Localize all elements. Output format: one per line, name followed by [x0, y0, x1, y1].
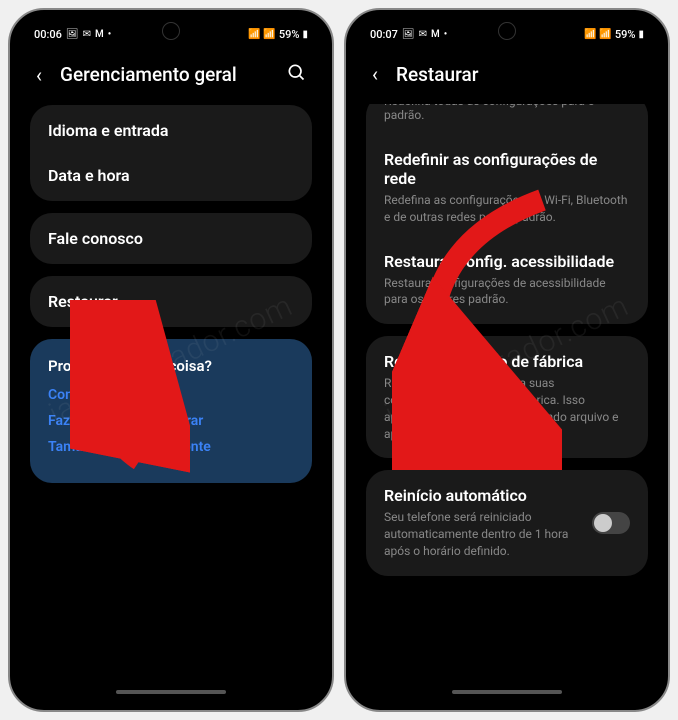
help-card: Procurando outra coisa? Contas Fazer bac… [30, 339, 312, 483]
dot-icon: • [108, 29, 112, 40]
help-link-font[interactable]: Tamanho e estilo da fonte [48, 439, 294, 455]
signal-icon: 📶 [599, 29, 611, 40]
signal-icon: 📶 [263, 29, 275, 40]
nav-handle[interactable] [452, 690, 562, 694]
help-link-accounts[interactable]: Contas [48, 387, 294, 403]
reset-network-desc: Redefina as configurações de Wi-Fi, Blue… [384, 192, 630, 226]
status-time: 00:07 [370, 28, 398, 41]
image-icon: 🖼 [402, 29, 415, 40]
nav-handle[interactable] [116, 690, 226, 694]
page-title: Restaurar [396, 63, 642, 86]
message-icon: ✉ [419, 29, 427, 40]
auto-restart-title: Reinício automático [384, 486, 582, 505]
screen-right: iacomputador.com 00:07 🖼 ✉ M • 📶 📶 59% ▮… [356, 20, 658, 700]
status-left: 00:06 🖼 ✉ M • [34, 28, 111, 41]
settings-group-1: Idioma e entrada Data e hora [30, 105, 312, 201]
message-icon: ✉ [83, 29, 91, 40]
wifi-icon: 📶 [584, 29, 596, 40]
phone-left: iacomputador.com 00:06 🖼 ✉ M • 📶 📶 59% ▮… [8, 8, 334, 712]
factory-reset-title: Restaurar padrão de fábrica [384, 352, 630, 371]
camera-notch [162, 22, 180, 40]
status-right: 📶 📶 59% ▮ [248, 28, 308, 41]
mail-icon: M [95, 29, 104, 40]
reset-network-item[interactable]: Redefinir as configurações de rede Redef… [366, 134, 648, 242]
settings-group-3: Restaurar [30, 276, 312, 327]
settings-group-top: Redefina todas as configurações para o p… [366, 104, 648, 324]
reset-accessibility-item[interactable]: Restaurar config. acessibilidade Restaur… [366, 242, 648, 325]
camera-notch [498, 22, 516, 40]
phone-right: iacomputador.com 00:07 🖼 ✉ M • 📶 📶 59% ▮… [344, 8, 670, 712]
language-input-item[interactable]: Idioma e entrada [30, 105, 312, 156]
auto-restart-row: Reinício automático Seu telefone será re… [384, 486, 630, 559]
status-left: 00:07 🖼 ✉ M • [370, 28, 447, 41]
help-link-backup[interactable]: Fazer backup e restaurar [48, 413, 294, 429]
status-right: 📶 📶 59% ▮ [584, 28, 644, 41]
back-icon[interactable]: ‹ [372, 62, 378, 86]
page-title: Gerenciamento geral [60, 63, 268, 86]
battery-icon: ▮ [302, 29, 308, 40]
battery-percent: 59% [615, 28, 636, 41]
reset-accessibility-title: Restaurar config. acessibilidade [384, 252, 630, 271]
reset-accessibility-desc: Restaura configurações de acessibilidade… [384, 275, 630, 309]
screen-left: iacomputador.com 00:06 🖼 ✉ M • 📶 📶 59% ▮… [20, 20, 322, 700]
content-left: Idioma e entrada Data e hora Fale conosc… [20, 105, 322, 695]
factory-reset-item[interactable]: Restaurar padrão de fábrica Redefina seu… [366, 336, 648, 458]
factory-reset-desc: Redefina seu telefone para suas configur… [384, 375, 630, 442]
search-icon[interactable] [286, 62, 306, 87]
auto-restart-text: Reinício automático Seu telefone será re… [384, 486, 582, 559]
image-icon: 🖼 [66, 29, 79, 40]
contact-us-item[interactable]: Fale conosco [30, 213, 312, 264]
reset-settings-desc: Redefina todas as configurações para o p… [366, 104, 648, 134]
factory-reset-group: Restaurar padrão de fábrica Redefina seu… [366, 336, 648, 458]
back-icon[interactable]: ‹ [36, 63, 42, 87]
mail-icon: M [431, 29, 440, 40]
dot-icon: • [444, 29, 448, 40]
auto-restart-group: Reinício automático Seu telefone será re… [366, 470, 648, 575]
status-time: 00:06 [34, 28, 62, 41]
header: ‹ Restaurar [356, 48, 658, 104]
reset-item[interactable]: Restaurar [30, 276, 312, 327]
date-time-item[interactable]: Data e hora [30, 156, 312, 201]
auto-restart-desc: Seu telefone será reiniciado automaticam… [384, 509, 582, 559]
help-title: Procurando outra coisa? [48, 357, 294, 375]
auto-restart-item[interactable]: Reinício automático Seu telefone será re… [366, 470, 648, 575]
auto-restart-toggle[interactable] [592, 512, 630, 534]
header: ‹ Gerenciamento geral [20, 48, 322, 105]
battery-percent: 59% [279, 28, 300, 41]
reset-network-title: Redefinir as configurações de rede [384, 150, 630, 188]
wifi-icon: 📶 [248, 29, 260, 40]
settings-group-2: Fale conosco [30, 213, 312, 264]
content-right: Redefina todas as configurações para o p… [356, 104, 658, 694]
battery-icon: ▮ [638, 29, 644, 40]
